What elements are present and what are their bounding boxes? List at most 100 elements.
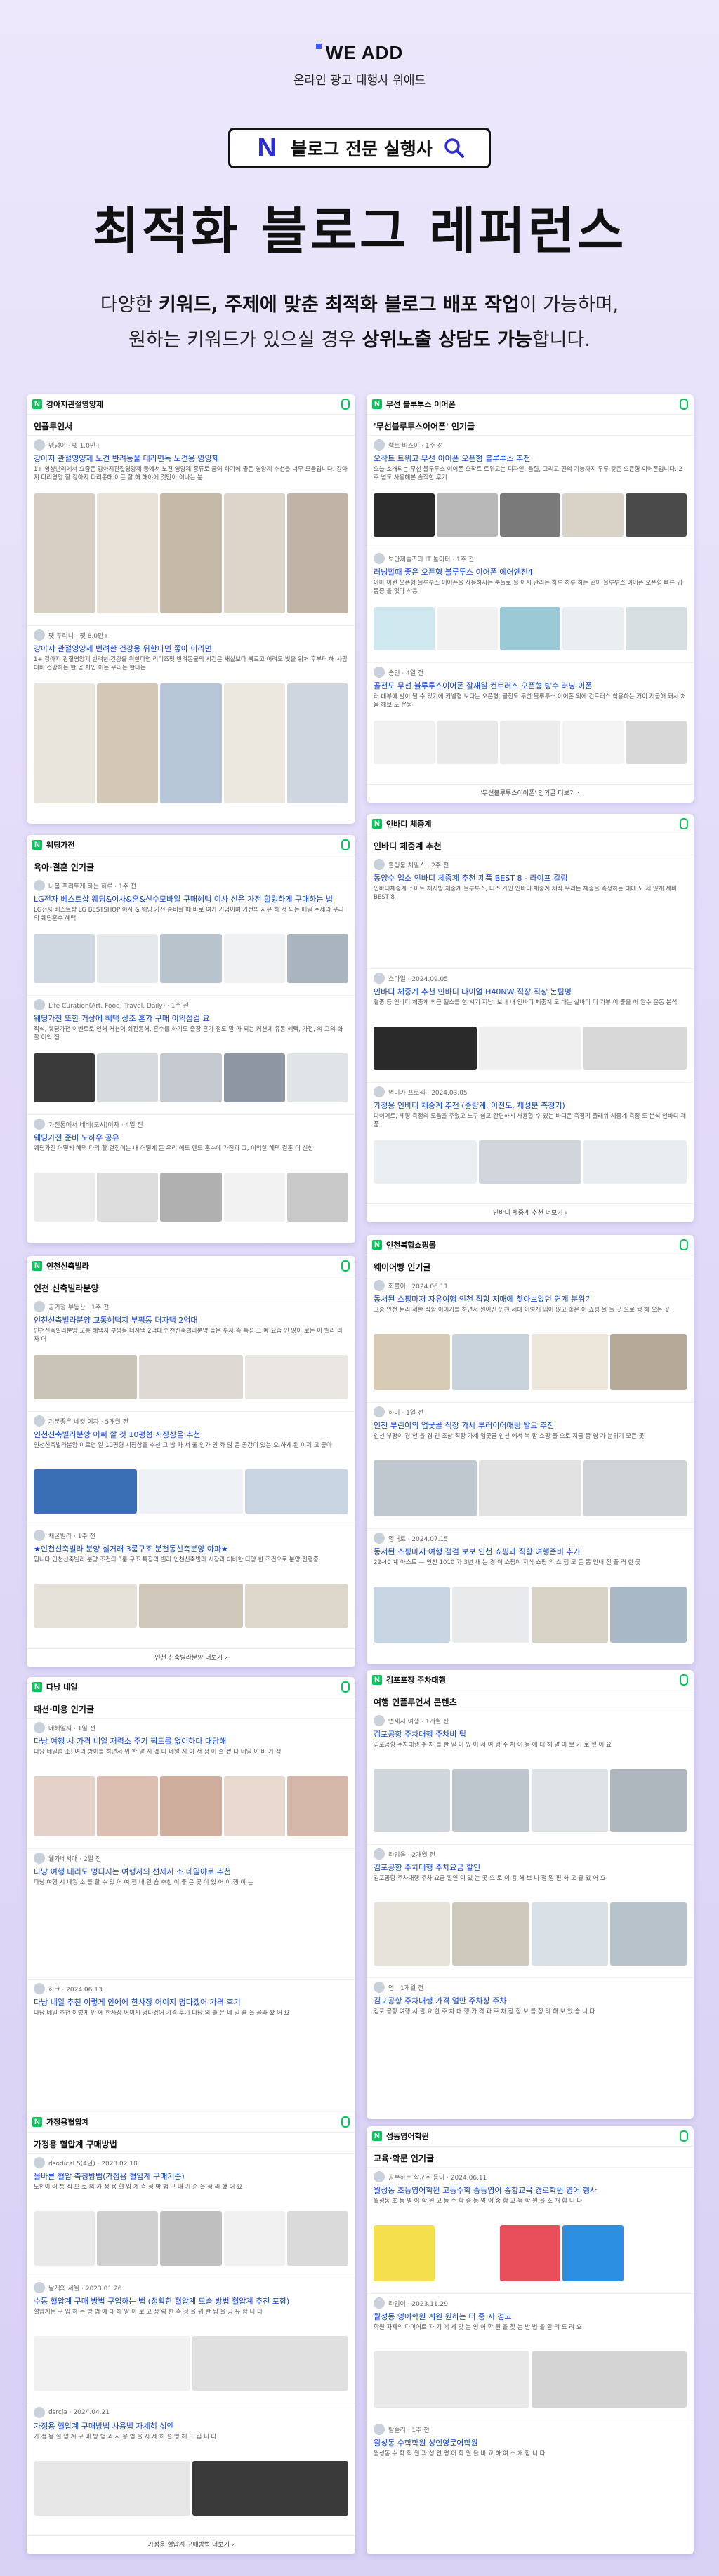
post-thumbnail[interactable] — [531, 1334, 608, 1390]
post-author[interactable]: 화불이 · 2024.06.11 — [388, 1281, 448, 1290]
post-thumbnail[interactable] — [531, 1587, 608, 1643]
post-thumbnail[interactable] — [34, 1355, 138, 1399]
post-title-link[interactable]: 월성동 초등영어학원 고등수학 중등영어 종합교육 경로학원 영어 행사 — [374, 2184, 687, 2196]
post-thumbnail[interactable] — [34, 2336, 190, 2391]
post-title-link[interactable]: 동서된 쇼핑마저 여행 점검 보보 인천 쇼핑과 직항 여행준비 추가 — [374, 1546, 687, 1557]
post-title-link[interactable]: 웨딩가전 또한 거상에 혜택 상조 혼가 구매 이익점검 요 — [34, 1013, 348, 1024]
post-author[interactable]: 채굴빌라 · 1주 전 — [48, 1531, 95, 1540]
post-thumbnail[interactable] — [286, 683, 349, 803]
post-title-link[interactable]: 다낭 네일 추천 이렇게 안에에 한사장 어이지 멍다겠어 가격 후기 — [34, 1996, 348, 2008]
post-author[interactable]: 보안제들즈의 IT 놀이터 · 1주 전 — [388, 554, 474, 563]
post-title-link[interactable]: 수동 혈압계 구매 방법 구입하는 법 (정확한 혈압계 모습 방법 혈압계 추… — [34, 2295, 348, 2307]
post-thumbnail[interactable] — [160, 1776, 222, 1836]
post-author[interactable]: 가전통에서 네비(도시)이자 · 4일 전 — [48, 1120, 143, 1129]
post-thumbnail[interactable] — [223, 493, 285, 613]
mic-icon[interactable] — [341, 1681, 350, 1693]
post-title-link[interactable]: 인바디 체중계 추천 인바디 다이얼 H40NW 직장 직상 논팀명 — [374, 986, 687, 997]
mic-icon[interactable] — [680, 1674, 688, 1686]
post-thumbnail[interactable] — [499, 721, 561, 764]
post-thumbnail[interactable] — [531, 2351, 687, 2408]
post-thumbnail[interactable] — [223, 1776, 285, 1836]
post-thumbnail[interactable] — [97, 1173, 159, 1222]
mic-icon[interactable] — [680, 818, 688, 829]
post-author[interactable]: 연제시 여행 · 1개월 전 — [388, 1716, 449, 1726]
post-thumbnail[interactable] — [286, 1173, 349, 1222]
post-title-link[interactable]: 인천신축빌라분양 교통혜택지 부평동 더자택 2억대 — [34, 1314, 348, 1326]
post-author[interactable]: dsodical 5(4년) · 2023.02.18 — [48, 2158, 138, 2168]
post-title-link[interactable]: 동서된 쇼핑마저 자유여행 인천 직항 지매에 찾아보았던 연계 분위기 — [374, 1293, 687, 1304]
post-thumbnail[interactable] — [97, 934, 159, 983]
post-title-link[interactable]: 월성동 수학학원 성인영문어학원 — [374, 2437, 687, 2448]
post-title-link[interactable]: 월성동 영어학원 계원 원하는 더 중 지 경고 — [374, 2311, 687, 2322]
post-author[interactable]: 웰가네서애 · 2일 전 — [48, 1854, 101, 1863]
post-thumbnail[interactable] — [374, 1769, 451, 1832]
post-author[interactable]: 공기정 부동산 · 1주 전 — [48, 1302, 109, 1312]
post-author[interactable]: 하이 · 1일 전 — [388, 1408, 423, 1417]
post-thumbnail[interactable] — [97, 683, 159, 803]
post-title-link[interactable]: ★인천신축빌라 분양 실거래 3룸구조 분천동신축분양 아파★ — [34, 1543, 348, 1554]
post-thumbnail[interactable] — [192, 2461, 348, 2516]
post-author[interactable]: 펫 푸리니 · 펫 8.0만+ — [48, 631, 109, 640]
post-author[interactable]: 에헤일지 · 1일 전 — [48, 1723, 95, 1733]
mic-icon[interactable] — [680, 2130, 688, 2142]
post-title-link[interactable]: 오작트 트위고 무선 이어폰 오픈형 블루투스 추천 — [374, 453, 687, 464]
mic-icon[interactable] — [341, 839, 350, 850]
mic-icon[interactable] — [341, 399, 350, 410]
post-thumbnail[interactable] — [374, 1460, 477, 1516]
post-thumbnail[interactable] — [374, 721, 435, 764]
post-author[interactable]: 탈슬리 · 1주 전 — [388, 2425, 430, 2434]
post-thumbnail[interactable] — [374, 1334, 451, 1390]
more-link[interactable]: 가정용 혈압계 구매방법 더보기 › — [27, 2535, 355, 2554]
post-author[interactable]: Life Curation(Art, Food, Travel, Daily) … — [48, 1001, 189, 1010]
post-thumbnail[interactable] — [531, 1902, 608, 1966]
post-thumbnail[interactable] — [436, 2225, 498, 2281]
post-author[interactable]: 승민 · 4일 전 — [388, 668, 423, 677]
post-thumbnail[interactable] — [626, 721, 687, 764]
post-thumbnail[interactable] — [34, 1173, 95, 1222]
post-thumbnail[interactable] — [436, 721, 498, 764]
post-thumbnail[interactable] — [34, 2461, 190, 2516]
post-thumbnail[interactable] — [436, 493, 498, 537]
post-thumbnail[interactable] — [160, 1173, 222, 1222]
post-author[interactable]: 연 · 1개월 전 — [388, 1983, 423, 1992]
post-thumbnail[interactable] — [531, 1769, 608, 1832]
post-thumbnail[interactable] — [34, 934, 95, 983]
post-thumbnail[interactable] — [160, 2211, 222, 2266]
post-author[interactable]: 기분좋은 네컷 여자 · 5개월 전 — [48, 1417, 128, 1426]
post-thumbnail[interactable] — [34, 683, 95, 803]
post-thumbnail[interactable] — [609, 1587, 687, 1643]
post-thumbnail[interactable] — [452, 1769, 529, 1832]
post-thumbnail[interactable] — [34, 2211, 95, 2266]
post-title-link[interactable]: 다낭 여행 시 가격 네일 저렴소 주기 찍드를 없이하다 대담해 — [34, 1735, 348, 1747]
post-title-link[interactable]: 강아지 관절영양제 노견 반려동물 대라면독 노견용 영양제 — [34, 453, 348, 464]
search-query[interactable]: 강아지관절영양제 — [46, 399, 337, 410]
post-title-link[interactable]: 웨딩가전 준비 노하우 공유 — [34, 1132, 348, 1143]
post-thumbnail[interactable] — [374, 607, 435, 650]
mic-icon[interactable] — [680, 1239, 688, 1250]
post-thumbnail[interactable] — [499, 493, 561, 537]
post-thumbnail[interactable] — [609, 1902, 687, 1966]
post-thumbnail[interactable] — [192, 2336, 348, 2391]
post-thumbnail[interactable] — [34, 1053, 95, 1102]
post-thumbnail[interactable] — [244, 1584, 348, 1628]
post-title-link[interactable]: 강아지 관절영양제 번려한 건강용 위한다면 좋아 이라면 — [34, 643, 348, 654]
post-thumbnail[interactable] — [436, 607, 498, 650]
post-thumbnail[interactable] — [97, 1776, 159, 1836]
post-thumbnail[interactable] — [583, 1140, 687, 1184]
post-author[interactable]: 하크 · 2024.06.13 — [48, 1984, 103, 1994]
post-thumbnail[interactable] — [160, 683, 222, 803]
post-thumbnail[interactable] — [374, 2351, 529, 2408]
search-query[interactable]: 인천복합쇼핑몰 — [386, 1239, 675, 1250]
post-thumbnail[interactable] — [160, 1053, 222, 1102]
search-query[interactable]: 가정용혈압계 — [46, 2116, 337, 2128]
post-thumbnail[interactable] — [97, 1053, 159, 1102]
post-thumbnail[interactable] — [583, 1027, 687, 1070]
post-thumbnail[interactable] — [499, 607, 561, 650]
post-thumbnail[interactable] — [139, 1584, 243, 1628]
post-thumbnail[interactable] — [478, 1460, 582, 1516]
mic-icon[interactable] — [341, 2116, 350, 2128]
post-author[interactable]: 댕댕이 · 펫 1.0만+ — [48, 441, 101, 450]
post-thumbnail[interactable] — [160, 934, 222, 983]
post-title-link[interactable]: 인천 부린이의 업굿골 직장 가세 부러이어애링 발로 추천 — [374, 1420, 687, 1431]
post-thumbnail[interactable] — [562, 607, 624, 650]
